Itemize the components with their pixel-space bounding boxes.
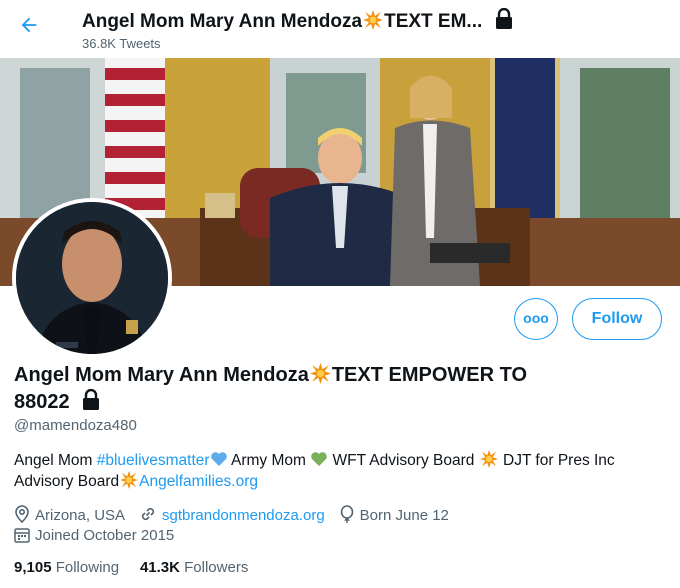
collision-emoji-icon: [363, 10, 384, 30]
link-icon: [141, 507, 155, 521]
lock-icon: [495, 8, 512, 29]
header-title-suffix: TEXT EM...: [384, 11, 483, 32]
bio-text-3: WFT Advisory Board: [328, 452, 479, 469]
lock-icon: [83, 389, 100, 410]
follow-stats: 9,105 Following 41.3K Followers: [14, 559, 248, 576]
joined-item: Joined October 2015: [14, 527, 174, 544]
profile-name-part3: 88022: [14, 391, 70, 413]
header-title: Angel Mom Mary Ann Mendoza TEXT EM...: [82, 8, 514, 33]
follow-button[interactable]: Follow: [572, 298, 662, 340]
location-text: Arizona, USA: [35, 507, 126, 524]
profile-name: Angel Mom Mary Ann Mendoza TEXT EMPOWER T…: [14, 362, 654, 416]
blue-heart-icon: [210, 452, 227, 466]
bio-website-link[interactable]: Angelfamilies.org: [139, 473, 258, 490]
calendar-icon: [14, 528, 30, 543]
following-label: Following: [55, 559, 120, 576]
joined-row: Joined October 2015: [14, 527, 188, 544]
back-arrow-icon: [21, 17, 37, 33]
profile-name-part2: TEXT EMPOWER TO: [331, 364, 528, 386]
header-title-name: Angel Mom Mary Ann Mendoza: [82, 11, 363, 32]
profile-bio: Angel Mom #bluelivesmatter Army Mom WFT …: [14, 450, 664, 492]
website-link[interactable]: sgtbrandonmendoza.org: [162, 507, 325, 524]
profile-name-part1: Angel Mom Mary Ann Mendoza: [14, 364, 309, 386]
birthday-item: Born June 12: [339, 505, 449, 524]
bio-hashtag-link[interactable]: #bluelivesmatter: [97, 452, 210, 469]
tweet-count: 36.8K Tweets: [82, 36, 161, 51]
joined-text: Joined October 2015: [35, 527, 175, 544]
profile-header-bar: Angel Mom Mary Ann Mendoza TEXT EM... 36.…: [0, 0, 680, 58]
collision-emoji-icon: [309, 363, 331, 384]
location-item: Arizona, USA: [14, 505, 125, 524]
profile-meta-row: Arizona, USA sgtbrandonmendoza.org Born …: [14, 505, 463, 524]
profile-avatar[interactable]: [12, 198, 172, 358]
followers-label: Followers: [184, 559, 249, 576]
bio-text-1: Angel Mom: [14, 452, 97, 469]
website-item: sgtbrandonmendoza.org: [139, 505, 325, 524]
following-count: 9,105: [14, 559, 52, 576]
bio-text-2: Army Mom: [227, 452, 311, 469]
location-icon: [15, 505, 29, 524]
birthday-text: Born June 12: [359, 507, 449, 524]
collision-emoji-icon: [479, 450, 498, 468]
green-heart-icon: [311, 452, 328, 466]
following-link[interactable]: 9,105 Following: [14, 559, 119, 576]
balloon-icon: [340, 505, 353, 523]
back-button[interactable]: [18, 14, 48, 44]
collision-emoji-icon: [120, 471, 139, 489]
profile-handle: @mamendoza480: [14, 417, 137, 434]
more-options-button[interactable]: ooo: [514, 298, 558, 340]
followers-count: 41.3K: [139, 559, 180, 576]
followers-link[interactable]: 41.3K Followers: [140, 559, 248, 576]
